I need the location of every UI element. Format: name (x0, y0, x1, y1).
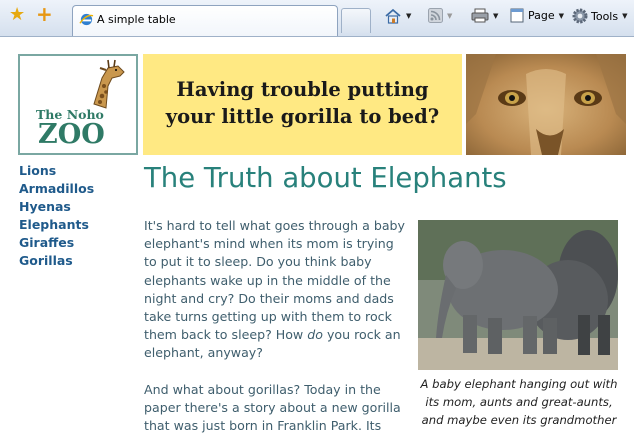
article-body: It's hard to tell what goes through a ba… (144, 217, 410, 435)
rss-feed-icon (428, 8, 443, 23)
chevron-down-icon: ▼ (558, 11, 565, 20)
nav-link-hyenas[interactable]: Hyenas (19, 198, 94, 216)
paragraph-1-text: It's hard to tell what goes through a ba… (144, 218, 405, 343)
paragraph-2: And what about gorillas? Today in the pa… (144, 381, 401, 434)
browser-toolbar: ★ + A simple table ▼ ▼ ▼ Page ▼ Tools ▼ (0, 0, 634, 37)
logo-line-2: ZOO (38, 119, 105, 150)
new-tab-button[interactable] (341, 8, 371, 33)
lion-image (466, 54, 626, 155)
printer-icon (471, 8, 489, 23)
tab-title: A simple table (97, 13, 176, 26)
paragraph-1-emphasis: do (307, 327, 323, 343)
nav-link-elephants[interactable]: Elephants (19, 216, 94, 234)
chevron-down-icon: ▼ (447, 11, 453, 20)
elephant-photo (418, 220, 618, 370)
ie-page-icon (79, 13, 94, 26)
nav-link-lions[interactable]: Lions (19, 162, 94, 180)
paragraph-1: It's hard to tell what goes through a ba… (144, 217, 410, 363)
page-title: The Truth about Elephants (144, 162, 507, 194)
banner-line-1: Having trouble putting (176, 78, 429, 101)
nav-link-armadillos[interactable]: Armadillos (19, 180, 94, 198)
tools-menu-label: Tools (591, 9, 619, 23)
tools-menu-button[interactable]: Tools ▼ (572, 8, 628, 24)
page-menu-label: Page (528, 9, 555, 22)
add-favorite-icon[interactable]: + (36, 4, 53, 24)
chevron-down-icon: ▼ (622, 12, 628, 20)
favorites-star-icon[interactable]: ★ (9, 5, 25, 25)
banner-text: Having trouble putting your little goril… (143, 76, 462, 130)
feeds-button[interactable]: ▼ (428, 8, 452, 23)
page-menu-button[interactable]: Page ▼ (510, 8, 564, 23)
photo-caption: A baby elephant hanging out with its mom… (420, 377, 618, 427)
home-icon (385, 8, 401, 24)
browser-tab[interactable]: A simple table (72, 5, 338, 36)
page-icon (510, 8, 524, 23)
chevron-down-icon: ▼ (406, 12, 412, 20)
home-button[interactable]: ▼ (384, 8, 411, 24)
banner-line-2: your little gorilla to bed? (165, 105, 440, 128)
animal-nav: Lions Armadillos Hyenas Elephants Giraff… (19, 162, 94, 270)
print-button[interactable]: ▼ (471, 8, 498, 23)
nav-link-gorillas[interactable]: Gorillas (19, 252, 94, 270)
gear-icon (572, 8, 588, 24)
nav-link-giraffes[interactable]: Giraffes (19, 234, 94, 252)
chevron-down-icon: ▼ (493, 11, 499, 20)
zoo-logo[interactable]: The Noho ZOO (18, 54, 138, 155)
promo-banner[interactable]: Having trouble putting your little goril… (143, 54, 462, 155)
